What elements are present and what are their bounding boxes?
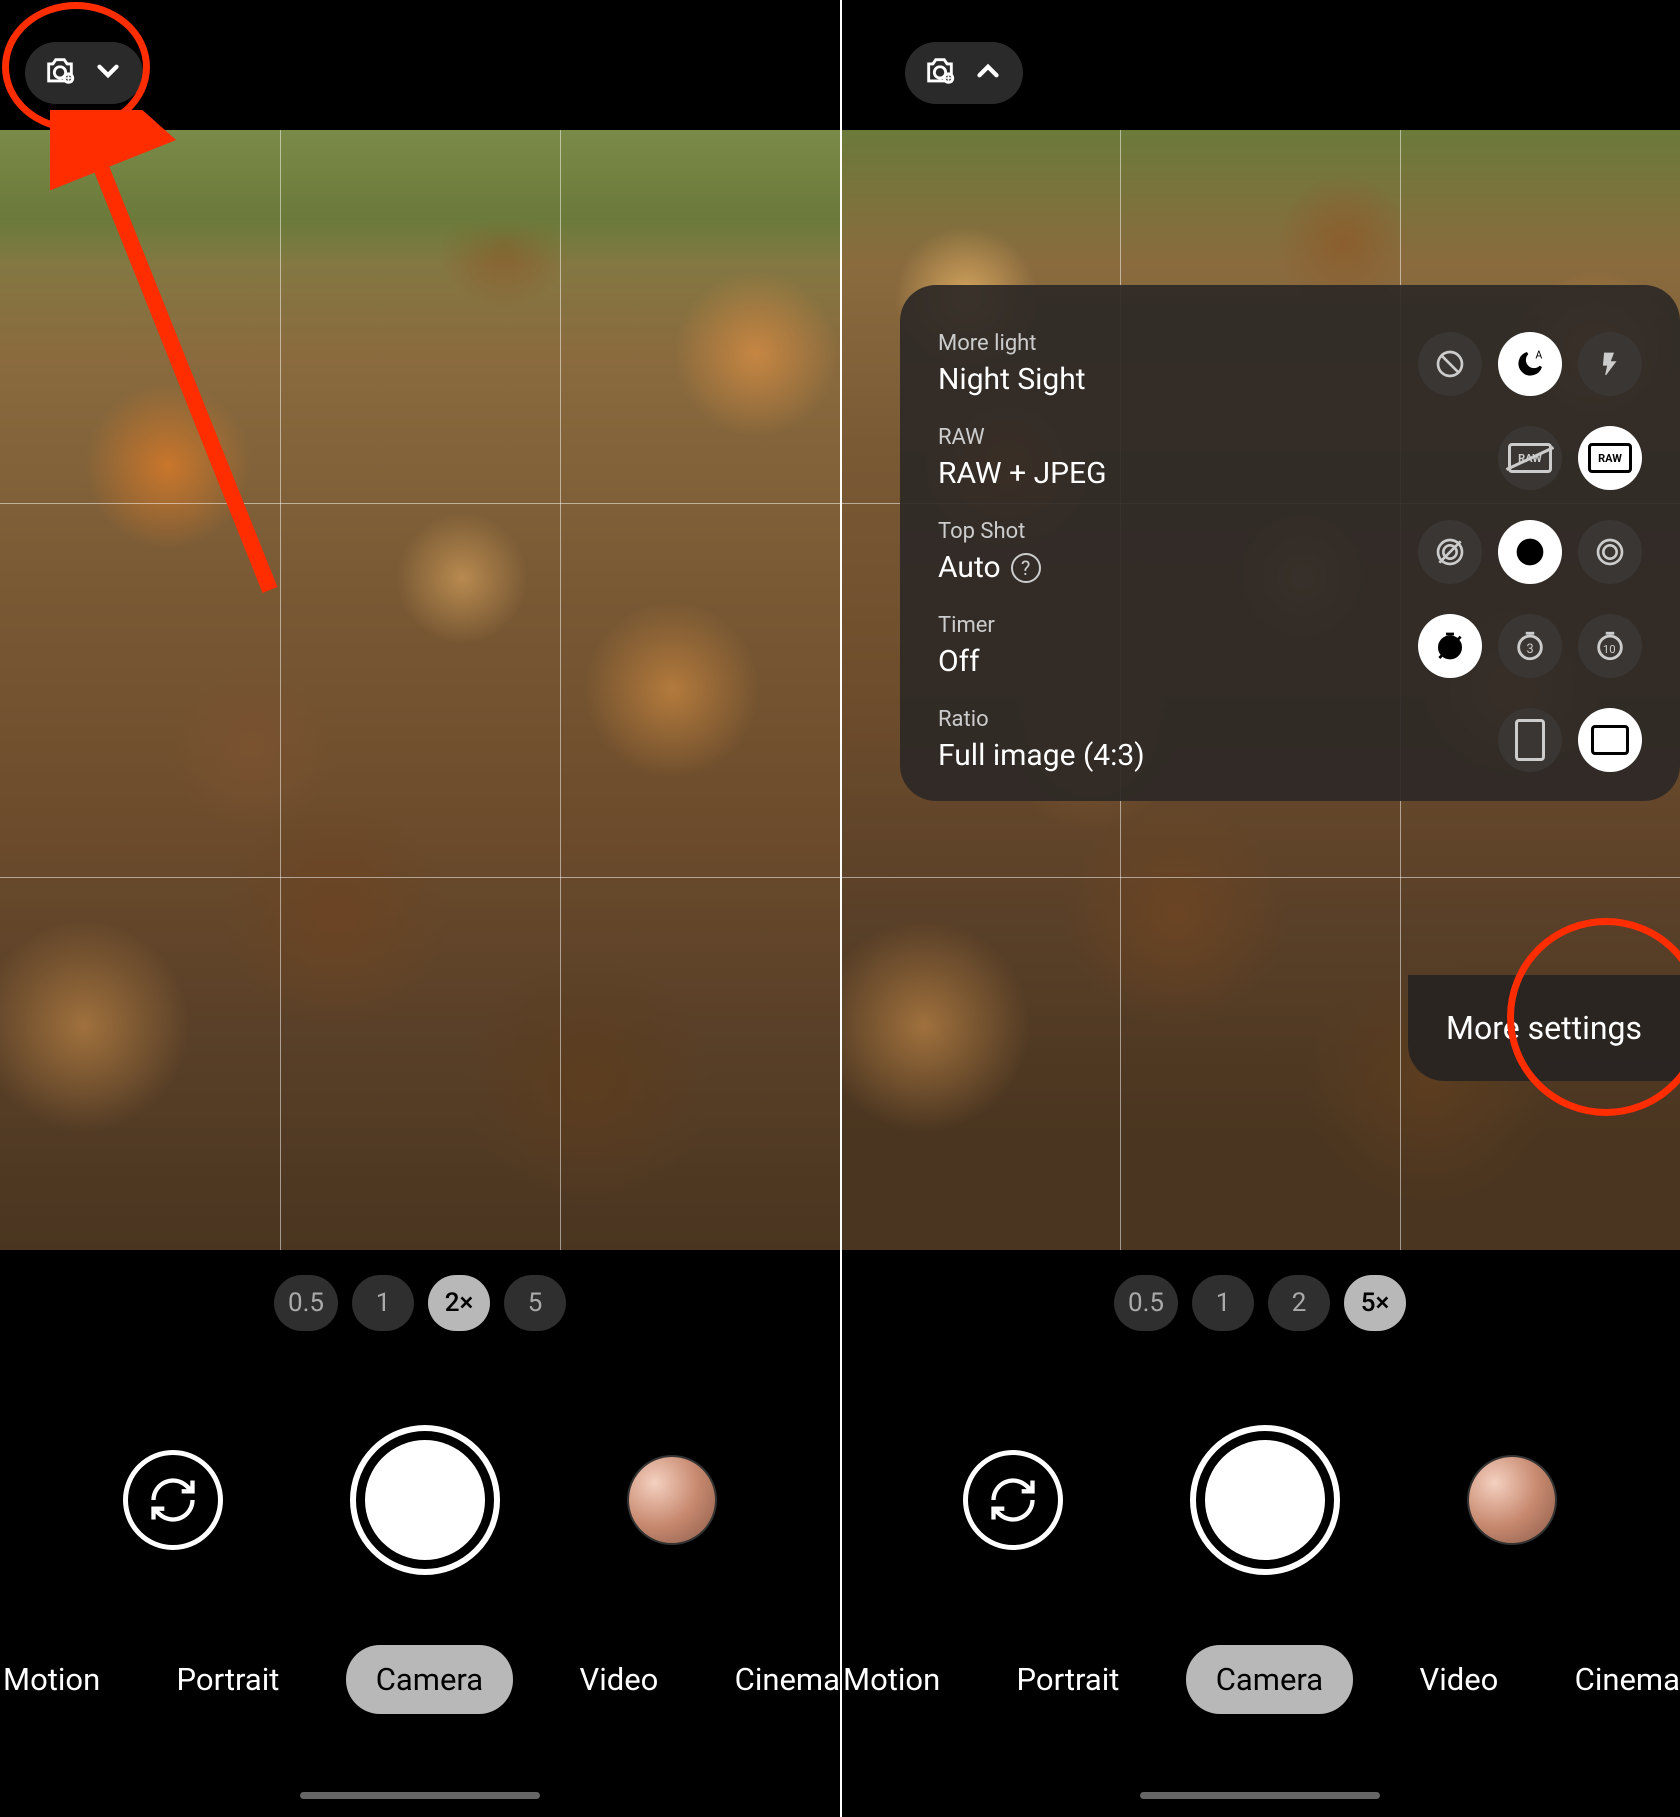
mode-motion[interactable]: Motion — [840, 1645, 950, 1714]
more-light-off[interactable] — [1418, 332, 1482, 396]
qs-ratio-value: Full image (4:3) — [938, 738, 1145, 773]
mode-camera[interactable]: Camera — [1186, 1645, 1353, 1714]
qs-top-shot-value: Auto — [938, 550, 1001, 585]
viewfinder[interactable] — [0, 130, 840, 1250]
gallery-thumbnail[interactable] — [1467, 1455, 1557, 1545]
qs-ratio: Ratio Full image (4:3) — [938, 693, 1642, 787]
home-indicator[interactable] — [300, 1792, 540, 1799]
mode-video[interactable]: Video — [569, 1645, 668, 1714]
mode-portrait[interactable]: Portrait — [1007, 1645, 1130, 1714]
quick-settings-toggle[interactable] — [25, 42, 143, 104]
timer-3[interactable]: 3 — [1498, 614, 1562, 678]
qs-ratio-title: Ratio — [938, 707, 1145, 732]
chevron-down-icon — [91, 54, 125, 92]
svg-text:10: 10 — [1603, 642, 1616, 656]
topshot-off-icon — [1434, 536, 1466, 568]
zoom-5[interactable]: 5× — [1344, 1275, 1406, 1331]
more-settings-button[interactable]: More settings — [1408, 975, 1680, 1081]
ratio-tall[interactable] — [1498, 708, 1562, 772]
mode-portrait[interactable]: Portrait — [167, 1645, 290, 1714]
zoom-5[interactable]: 5 — [504, 1275, 566, 1331]
flip-camera-button[interactable] — [123, 1450, 223, 1550]
flip-icon — [147, 1474, 199, 1526]
mode-video[interactable]: Video — [1409, 1645, 1508, 1714]
qs-top-shot: Top Shot Auto ? A — [938, 505, 1642, 599]
ratio-full-icon — [1591, 725, 1629, 755]
timer-10[interactable]: 10 — [1578, 614, 1642, 678]
more-light-flash[interactable] — [1578, 332, 1642, 396]
qs-more-light-title: More light — [938, 331, 1086, 356]
shutter-button[interactable] — [350, 1425, 500, 1575]
svg-text:A: A — [1535, 349, 1542, 362]
mode-motion[interactable]: Motion — [0, 1645, 110, 1714]
home-indicator[interactable] — [1140, 1792, 1380, 1799]
qs-timer: Timer Off 3 10 — [938, 599, 1642, 693]
off-icon — [1434, 348, 1466, 380]
quick-settings-panel: More light Night Sight A RAW RAW + JPEG — [900, 285, 1680, 801]
topshot-auto-icon: A — [1514, 536, 1546, 568]
flash-icon — [1597, 351, 1623, 377]
ratio-full[interactable] — [1578, 708, 1642, 772]
qs-timer-value: Off — [938, 644, 995, 679]
moon-auto-icon: A — [1514, 348, 1546, 380]
gallery-thumbnail[interactable] — [627, 1455, 717, 1545]
mode-cinema[interactable]: Cinema — [1565, 1645, 1680, 1714]
timer-off-icon — [1434, 630, 1466, 662]
raw-on-icon: RAW — [1588, 443, 1632, 473]
zoom-2[interactable]: 2 — [1268, 1275, 1330, 1331]
raw-on[interactable]: RAW — [1578, 426, 1642, 490]
topshot-on-icon — [1594, 536, 1626, 568]
quick-settings-toggle[interactable] — [905, 42, 1023, 104]
timer-10-icon: 10 — [1593, 629, 1627, 663]
shutter-button[interactable] — [1190, 1425, 1340, 1575]
top-shot-on[interactable] — [1578, 520, 1642, 584]
screenshot-right: More light Night Sight A RAW RAW + JPEG — [840, 0, 1680, 1817]
chevron-up-icon — [971, 54, 1005, 92]
camera-settings-icon — [43, 54, 77, 92]
zoom-selector: 0.5 1 2× 5 — [0, 1275, 840, 1331]
timer-off[interactable] — [1418, 614, 1482, 678]
top-shot-auto[interactable]: A — [1498, 520, 1562, 584]
flip-camera-button[interactable] — [963, 1450, 1063, 1550]
mode-camera[interactable]: Camera — [346, 1645, 513, 1714]
qs-more-light: More light Night Sight A — [938, 317, 1642, 411]
mode-selector[interactable]: Motion Portrait Camera Video Cinema — [0, 1645, 840, 1714]
zoom-1[interactable]: 1 — [352, 1275, 414, 1331]
zoom-2[interactable]: 2× — [428, 1275, 490, 1331]
qs-more-light-value: Night Sight — [938, 362, 1086, 397]
raw-off[interactable]: RAW — [1498, 426, 1562, 490]
zoom-0-5[interactable]: 0.5 — [1114, 1275, 1178, 1331]
top-shot-off[interactable] — [1418, 520, 1482, 584]
timer-3-icon: 3 — [1513, 629, 1547, 663]
help-icon[interactable]: ? — [1011, 553, 1041, 583]
qs-top-shot-title: Top Shot — [938, 519, 1041, 544]
qs-timer-title: Timer — [938, 613, 995, 638]
zoom-selector: 0.5 1 2 5× — [840, 1275, 1680, 1331]
svg-text:A: A — [1525, 546, 1534, 561]
flip-icon — [987, 1474, 1039, 1526]
svg-text:3: 3 — [1526, 642, 1533, 657]
qs-raw: RAW RAW + JPEG RAW RAW — [938, 411, 1642, 505]
camera-settings-icon — [923, 54, 957, 92]
raw-off-icon: RAW — [1508, 443, 1552, 473]
mode-selector[interactable]: Motion Portrait Camera Video Cinema — [840, 1645, 1680, 1714]
qs-raw-title: RAW — [938, 425, 1107, 450]
more-light-night-auto[interactable]: A — [1498, 332, 1562, 396]
qs-raw-value: RAW + JPEG — [938, 456, 1107, 491]
ratio-tall-icon — [1515, 719, 1545, 761]
screenshot-left: 0.5 1 2× 5 Motion Portrait Camera Video … — [0, 0, 840, 1817]
mode-cinema[interactable]: Cinema — [725, 1645, 840, 1714]
zoom-0-5[interactable]: 0.5 — [274, 1275, 338, 1331]
zoom-1[interactable]: 1 — [1192, 1275, 1254, 1331]
